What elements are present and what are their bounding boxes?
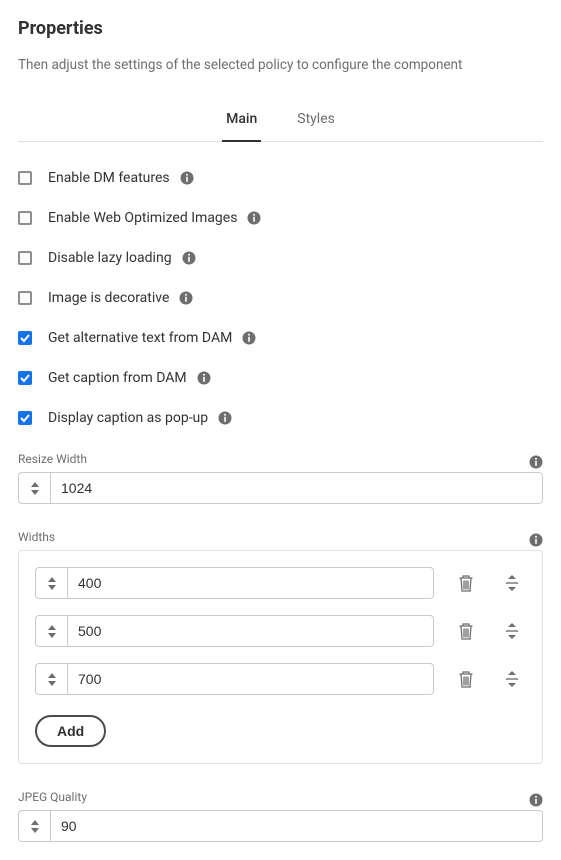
widths-box: Add — [18, 550, 543, 764]
page-title: Properties — [18, 18, 543, 39]
delete-icon[interactable] — [452, 569, 480, 597]
checkbox-caption-popup[interactable] — [18, 411, 32, 425]
resize-width-input[interactable] — [50, 472, 543, 504]
reorder-icon[interactable] — [498, 665, 526, 693]
cb-row-alt-dam: Get alternative text from DAM — [18, 330, 543, 346]
width-stepper[interactable] — [35, 567, 67, 599]
resize-width-field: Resize Width — [18, 452, 543, 504]
checkbox-enable-dm[interactable] — [18, 171, 32, 185]
jpeg-quality-label: JPEG Quality — [18, 790, 87, 804]
width-row — [35, 663, 526, 695]
width-input[interactable] — [67, 615, 434, 647]
checkbox-label: Display caption as pop-up — [48, 410, 208, 426]
reorder-icon[interactable] — [498, 569, 526, 597]
jpeg-quality-input[interactable] — [50, 810, 543, 842]
info-icon[interactable] — [529, 455, 543, 469]
info-icon[interactable] — [218, 411, 232, 425]
checkbox-label: Disable lazy loading — [48, 250, 172, 266]
info-icon[interactable] — [179, 291, 193, 305]
page-subtitle: Then adjust the settings of the selected… — [18, 57, 543, 73]
delete-icon[interactable] — [452, 617, 480, 645]
info-icon[interactable] — [242, 331, 256, 345]
checkbox-list: Enable DM features Enable Web Optimized … — [18, 170, 543, 426]
jpeg-quality-stepper[interactable] — [18, 810, 50, 842]
info-icon[interactable] — [529, 793, 543, 807]
checkbox-label: Get caption from DAM — [48, 370, 187, 386]
checkbox-web-opt[interactable] — [18, 211, 32, 225]
checkbox-label: Enable DM features — [48, 170, 170, 186]
resize-width-stepper[interactable] — [18, 472, 50, 504]
width-row — [35, 567, 526, 599]
tab-styles[interactable]: Styles — [293, 101, 339, 141]
jpeg-quality-field: JPEG Quality — [18, 790, 543, 842]
tab-main[interactable]: Main — [222, 101, 261, 141]
cb-row-disable-lazy: Disable lazy loading — [18, 250, 543, 266]
width-input[interactable] — [67, 663, 434, 695]
checkbox-alt-dam[interactable] — [18, 331, 32, 345]
cb-row-decorative: Image is decorative — [18, 290, 543, 306]
width-stepper[interactable] — [35, 615, 67, 647]
width-stepper[interactable] — [35, 663, 67, 695]
widths-field: Widths — [18, 530, 543, 764]
cb-row-web-opt: Enable Web Optimized Images — [18, 210, 543, 226]
cb-row-enable-dm: Enable DM features — [18, 170, 543, 186]
width-row — [35, 615, 526, 647]
info-icon[interactable] — [182, 251, 196, 265]
reorder-icon[interactable] — [498, 617, 526, 645]
resize-width-label: Resize Width — [18, 452, 87, 466]
checkbox-label: Image is decorative — [48, 290, 169, 306]
info-icon[interactable] — [247, 211, 261, 225]
checkbox-label: Enable Web Optimized Images — [48, 210, 237, 226]
cb-row-caption-dam: Get caption from DAM — [18, 370, 543, 386]
info-icon[interactable] — [529, 533, 543, 547]
info-icon[interactable] — [197, 371, 211, 385]
checkbox-caption-dam[interactable] — [18, 371, 32, 385]
checkbox-decorative[interactable] — [18, 291, 32, 305]
widths-label: Widths — [18, 530, 55, 544]
width-input[interactable] — [67, 567, 434, 599]
add-button[interactable]: Add — [35, 715, 106, 747]
cb-row-caption-popup: Display caption as pop-up — [18, 410, 543, 426]
delete-icon[interactable] — [452, 665, 480, 693]
tabs: Main Styles — [18, 101, 543, 142]
checkbox-label: Get alternative text from DAM — [48, 330, 232, 346]
checkbox-disable-lazy[interactable] — [18, 251, 32, 265]
info-icon[interactable] — [180, 171, 194, 185]
